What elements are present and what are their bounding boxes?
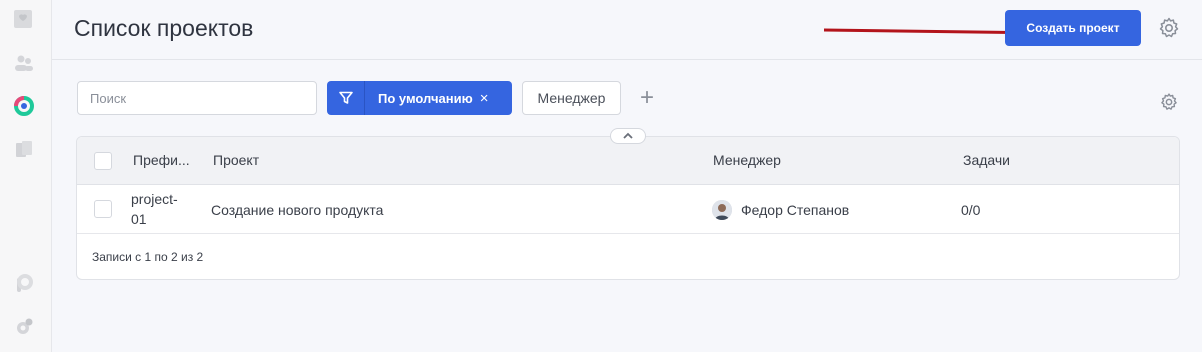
- table-row[interactable]: project- 01 Создание нового продукта Фед…: [77, 185, 1179, 234]
- projects-logo-icon[interactable]: [12, 95, 36, 117]
- page-header: Список проектов Создать проект: [52, 0, 1202, 60]
- table-settings-gear-icon[interactable]: [1159, 92, 1179, 112]
- filter-icon[interactable]: [327, 81, 365, 115]
- column-project[interactable]: Проект: [213, 152, 259, 168]
- filter-clear-icon[interactable]: ×: [480, 81, 489, 115]
- manager-filter-button[interactable]: Менеджер: [522, 81, 621, 115]
- page-title: Список проектов: [74, 15, 254, 41]
- heart-icon[interactable]: [12, 8, 36, 30]
- column-prefix[interactable]: Префи...: [133, 152, 190, 168]
- settings-rail-icon[interactable]: [12, 316, 36, 338]
- documents-icon[interactable]: [12, 138, 36, 160]
- row-manager-name[interactable]: Федор Степанов: [741, 202, 849, 218]
- row-tasks: 0/0: [961, 202, 981, 218]
- projects-table: Префи... Проект Менеджер Задачи project-…: [76, 136, 1180, 280]
- search-input[interactable]: [77, 81, 317, 115]
- row-prefix-line1: project-: [131, 191, 178, 207]
- column-tasks[interactable]: Задачи: [963, 152, 1010, 168]
- column-manager[interactable]: Менеджер: [713, 152, 781, 168]
- filter-chip-default[interactable]: По умолчанию ×: [327, 81, 512, 115]
- users-icon[interactable]: [12, 52, 36, 74]
- row-prefix-line2: 01: [131, 211, 147, 227]
- collapse-filters-button[interactable]: [610, 128, 646, 144]
- brand-p-icon[interactable]: [12, 273, 36, 295]
- chevron-up-icon: [623, 132, 633, 139]
- left-rail: [0, 0, 52, 352]
- select-all-checkbox[interactable]: [94, 152, 112, 170]
- table-header: Префи... Проект Менеджер Задачи: [77, 137, 1179, 185]
- create-project-button[interactable]: Создать проект: [1005, 10, 1141, 46]
- gear-icon[interactable]: [1157, 16, 1181, 40]
- avatar: [712, 200, 732, 220]
- add-filter-button[interactable]: +: [636, 86, 658, 110]
- row-checkbox[interactable]: [94, 200, 112, 218]
- filter-label: По умолчанию: [378, 90, 473, 106]
- pagination-info: Записи с 1 по 2 из 2: [92, 250, 204, 264]
- row-project-name[interactable]: Создание нового продукта: [211, 202, 383, 218]
